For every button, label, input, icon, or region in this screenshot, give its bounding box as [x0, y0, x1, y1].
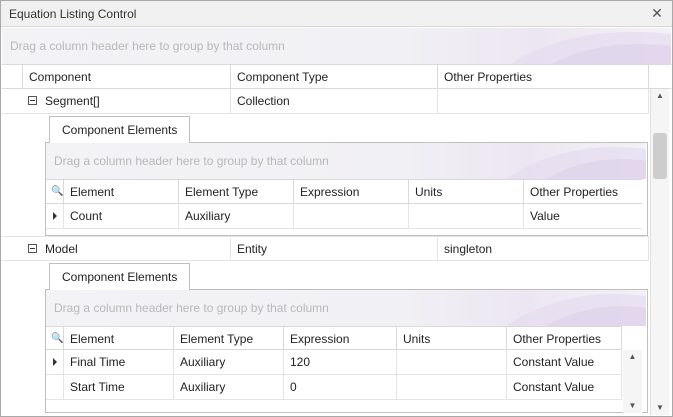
- search-icon[interactable]: 🔍: [51, 327, 63, 349]
- detail-group-by-hint: Drag a column header here to group by th…: [54, 301, 329, 315]
- detail-area-model: Component Elements Drag a column header …: [45, 263, 649, 413]
- column-header-component[interactable]: Component: [23, 65, 231, 88]
- other-properties-cell: [438, 89, 649, 113]
- other-properties-cell[interactable]: Value: [524, 204, 642, 228]
- detail2-row-start-time[interactable]: Start Time Auxiliary 0 Constant Value: [46, 375, 622, 400]
- other-properties-cell[interactable]: Constant Value: [507, 375, 622, 399]
- decorative-swirl: [511, 32, 671, 64]
- scroll-down-icon[interactable]: ▼: [623, 399, 642, 413]
- units-cell[interactable]: [397, 350, 507, 374]
- column-header-expression[interactable]: Expression: [284, 327, 397, 349]
- column-header-other-properties[interactable]: Other Properties: [507, 327, 622, 349]
- detail-area-segment: Component Elements Drag a column header …: [45, 116, 649, 236]
- element-cell[interactable]: Final Time: [64, 350, 174, 374]
- decorative-swirl: [506, 147, 646, 179]
- component-type-cell: Entity: [231, 237, 438, 260]
- component-cell: Model: [39, 237, 231, 260]
- collapse-icon[interactable]: [28, 244, 37, 253]
- column-header-element-type[interactable]: Element Type: [179, 180, 294, 203]
- component-cell: Segment[]: [39, 89, 231, 113]
- outer-header-indicator: [2, 65, 23, 88]
- detail-group-by-panel[interactable]: Drag a column header here to group by th…: [46, 290, 646, 326]
- outer-vertical-scrollbar[interactable]: ▲ ▼: [650, 89, 669, 415]
- tab-component-elements[interactable]: Component Elements: [49, 116, 191, 143]
- collapse-icon[interactable]: [28, 96, 37, 105]
- close-icon[interactable]: ✕: [650, 5, 664, 21]
- column-header-expression[interactable]: Expression: [294, 180, 409, 203]
- other-properties-cell: singleton: [438, 237, 649, 260]
- column-header-other-properties[interactable]: Other Properties: [524, 180, 642, 203]
- units-cell[interactable]: [397, 375, 507, 399]
- search-icon[interactable]: 🔍: [51, 180, 63, 203]
- outer-header-row: Component Component Type Other Propertie…: [2, 64, 671, 89]
- scrollbar-thumb[interactable]: [653, 133, 667, 179]
- column-header-element[interactable]: Element: [64, 180, 179, 203]
- outer-row-segment[interactable]: Segment[] Collection: [2, 89, 649, 114]
- detail-group-by-hint: Drag a column header here to group by th…: [54, 154, 329, 168]
- scroll-up-icon[interactable]: ▲: [623, 350, 642, 364]
- row-indicator-icon: [53, 212, 57, 220]
- column-header-element[interactable]: Element: [64, 327, 174, 349]
- equation-listing-window: Equation Listing Control ✕ Drag a column…: [0, 0, 673, 417]
- detail1-header-row: 🔍 Element Element Type Expression Units …: [46, 179, 642, 204]
- scroll-down-icon[interactable]: ▼: [651, 401, 669, 415]
- column-header-element-type[interactable]: Element Type: [174, 327, 284, 349]
- expression-cell[interactable]: [294, 204, 409, 228]
- group-by-hint: Drag a column header here to group by th…: [10, 39, 285, 53]
- detail2-row-final-time[interactable]: Final Time Auxiliary 120 Constant Value: [46, 350, 622, 375]
- scroll-up-icon[interactable]: ▲: [651, 89, 669, 103]
- title-bar: Equation Listing Control ✕: [1, 1, 672, 27]
- column-header-component-type[interactable]: Component Type: [231, 65, 438, 88]
- detail-group-by-panel[interactable]: Drag a column header here to group by th…: [46, 143, 646, 179]
- units-cell[interactable]: [409, 204, 524, 228]
- detail2-vertical-scrollbar[interactable]: ▲ ▼: [623, 350, 642, 413]
- outer-row-model[interactable]: Model Entity singleton: [2, 236, 649, 261]
- column-header-other-properties[interactable]: Other Properties: [438, 65, 649, 88]
- detail2-header-row: 🔍 Element Element Type Expression Units …: [46, 326, 622, 350]
- column-header-units[interactable]: Units: [409, 180, 524, 203]
- tab-component-elements[interactable]: Component Elements: [49, 263, 191, 290]
- element-type-cell[interactable]: Auxiliary: [174, 375, 284, 399]
- element-cell[interactable]: Start Time: [64, 375, 174, 399]
- element-type-cell[interactable]: Auxiliary: [174, 350, 284, 374]
- expression-cell[interactable]: 120: [284, 350, 397, 374]
- row-indicator-icon: [53, 358, 57, 366]
- expression-cell[interactable]: 0: [284, 375, 397, 399]
- window-title: Equation Listing Control: [9, 7, 137, 21]
- component-type-cell: Collection: [231, 89, 438, 113]
- other-properties-cell[interactable]: Constant Value: [507, 350, 622, 374]
- group-by-panel[interactable]: Drag a column header here to group by th…: [2, 28, 671, 64]
- element-cell[interactable]: Count: [64, 204, 179, 228]
- detail1-row-count[interactable]: Count Auxiliary Value: [46, 204, 642, 229]
- decorative-swirl: [506, 294, 646, 326]
- element-type-cell[interactable]: Auxiliary: [179, 204, 294, 228]
- column-header-units[interactable]: Units: [397, 327, 507, 349]
